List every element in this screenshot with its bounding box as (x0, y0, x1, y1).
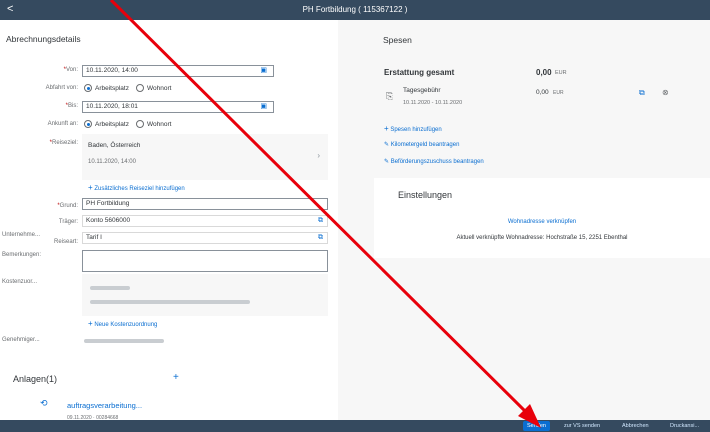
von-label: Von: (0, 67, 78, 73)
neue-kosten-link[interactable]: + Neue Kostenzuordnung (88, 319, 157, 328)
spesen-panel: Spesen Erstattung gesamt 0,00 EUR ⎘ Tage… (374, 20, 710, 258)
ankunft-opt1-label: Arbeitsplatz (95, 120, 129, 128)
redacted-text (90, 300, 250, 304)
settings-heading: Einstellungen (398, 190, 453, 200)
pencil-icon: ✎ (384, 142, 390, 148)
kilometergeld-link[interactable]: ✎ Kilometergeld beantragen (384, 141, 459, 148)
kosten-label: Kostenzuor... (2, 279, 38, 285)
shell-header: < PH Fortbildung ( 115367122 ) (0, 0, 710, 20)
befoerderung-label: Beförderungszuschuss beantragen (390, 159, 484, 165)
item-dates: 10.11.2020 - 10.11.2020 (403, 100, 463, 106)
reiseziel-tile[interactable]: Baden, Österreich 10.11.2020, 14:00 › (82, 134, 328, 180)
total-label: Erstattung gesamt (384, 68, 455, 77)
bemerkungen-textarea[interactable] (82, 250, 328, 272)
ankunft-opt2-label: Wohnort (146, 120, 172, 128)
item-title[interactable]: Tagesgebühr (403, 87, 441, 94)
redacted-text (84, 339, 164, 343)
reiseziel-label: Reiseziel: (0, 140, 78, 146)
von-value: 10.11.2020, 14:00 (86, 67, 138, 74)
item-currency: EUR (553, 90, 564, 96)
bis-input[interactable]: 10.11.2020, 18:01 ▣ (82, 101, 274, 113)
bemerkungen-label: Bemerkungen: (2, 252, 42, 258)
value-help-icon[interactable]: ⧉ (318, 233, 323, 243)
befoerderung-link[interactable]: ✎ Beförderungszuschuss beantragen (384, 158, 484, 165)
bis-label: Bis: (0, 103, 78, 109)
calendar-icon[interactable]: ▣ (260, 102, 267, 112)
pencil-icon: ✎ (384, 159, 390, 165)
total-currency: EUR (555, 70, 567, 76)
genehmiger-label: Genehmiger... (2, 337, 40, 343)
grund-input[interactable]: PH Fortbildung (82, 198, 328, 210)
add-attachment-button[interactable]: + (173, 372, 179, 383)
plus-icon: + (384, 124, 389, 133)
footer-toolbar: Senden zur VS senden Abbrechen Druckansi… (0, 420, 710, 432)
ankunft-arbeitsplatz-radio[interactable] (84, 120, 92, 128)
ankunft-label: Ankunft an: (47, 121, 78, 127)
add-reiseziel-link[interactable]: + Zusätzliches Reiseziel hinzufügen (88, 183, 185, 192)
reiseziel-place: Baden, Österreich (88, 142, 141, 149)
traeger-value: Konto 5606000 (86, 217, 131, 224)
bis-value: 10.11.2020, 18:01 (86, 103, 138, 110)
reiseziel-time: 10.11.2020, 14:00 (88, 159, 136, 165)
neue-kosten-label: Neue Kostenzuordnung (94, 322, 158, 328)
value-help-icon[interactable]: ⧉ (318, 216, 323, 226)
abbrechen-button[interactable]: Abbrechen (618, 421, 653, 431)
von-input[interactable]: 10.11.2020, 14:00 ▣ (82, 65, 274, 77)
add-spesen-label: Spesen hinzufügen (390, 127, 442, 133)
abfahrt-opt2-label: Wohnort (146, 84, 172, 92)
kilometergeld-label: Kilometergeld beantragen (390, 142, 460, 148)
spesen-heading: Spesen (383, 35, 412, 45)
item-amount: 0,00 (536, 89, 549, 96)
abfahrt-arbeitsplatz-radio[interactable] (84, 84, 92, 92)
abfahrt-label: Abfahrt von: (45, 85, 78, 91)
ankunft-wohnort-radio[interactable] (135, 120, 144, 128)
traeger-input[interactable]: Konto 5606000 ⧉ (82, 215, 328, 227)
grund-label: Grund: (0, 203, 78, 209)
druckansicht-button[interactable]: Druckansi... (666, 421, 703, 431)
redacted-text (90, 286, 130, 290)
abfahrt-wohnort-radio[interactable] (135, 84, 144, 92)
kosten-tile[interactable] (82, 274, 328, 316)
page-title: PH Fortbildung ( 115367122 ) (302, 5, 408, 14)
senden-button[interactable]: Senden (523, 421, 550, 431)
attachment-icon: ⟲ (40, 398, 48, 408)
wohnadresse-text: Aktuell verknüpfte Wohnadresse: Hochstra… (456, 235, 628, 241)
unternehmen-label: Unternehme... (2, 232, 41, 238)
plus-icon: + (88, 183, 93, 192)
total-amount: 0,00 (536, 68, 552, 77)
chevron-right-icon: › (317, 151, 320, 160)
add-reiseziel-label: Zusätzliches Reiseziel hinzufügen (94, 186, 185, 192)
traeger-label: Träger: (58, 219, 78, 225)
attachment-name[interactable]: auftragsverarbeitung... (67, 401, 142, 410)
reiseart-label: Reiseart: (53, 239, 78, 245)
settings-card: Einstellungen Wohnadresse verknüpfen Akt… (374, 178, 710, 258)
grund-value: PH Fortbildung (86, 200, 130, 207)
receipt-icon: ⎘ (386, 91, 394, 101)
details-heading: Abrechnungsdetails (6, 34, 81, 44)
abfahrt-radio-group: Arbeitsplatz Wohnort (84, 84, 171, 92)
anlagen-heading: Anlagen(1) (13, 374, 58, 384)
add-spesen-link[interactable]: + Spesen hinzufügen (384, 124, 442, 133)
zur-vs-senden-button[interactable]: zur VS senden (560, 421, 604, 431)
reiseart-value: Tarif I (86, 234, 102, 241)
ankunft-radio-group: Arbeitsplatz Wohnort (84, 120, 171, 128)
edit-item-icon[interactable]: ⧉ (639, 88, 645, 98)
calendar-icon[interactable]: ▣ (260, 66, 267, 76)
details-panel: Abrechnungsdetails Von: 10.11.2020, 14:0… (0, 20, 338, 420)
delete-item-icon[interactable]: ⊗ (662, 88, 669, 97)
wohnadresse-link[interactable]: Wohnadresse verknüpfen (374, 219, 710, 225)
reiseart-input[interactable]: Tarif I ⧉ (82, 232, 328, 244)
abfahrt-opt1-label: Arbeitsplatz (95, 84, 129, 92)
plus-icon: + (88, 319, 93, 328)
